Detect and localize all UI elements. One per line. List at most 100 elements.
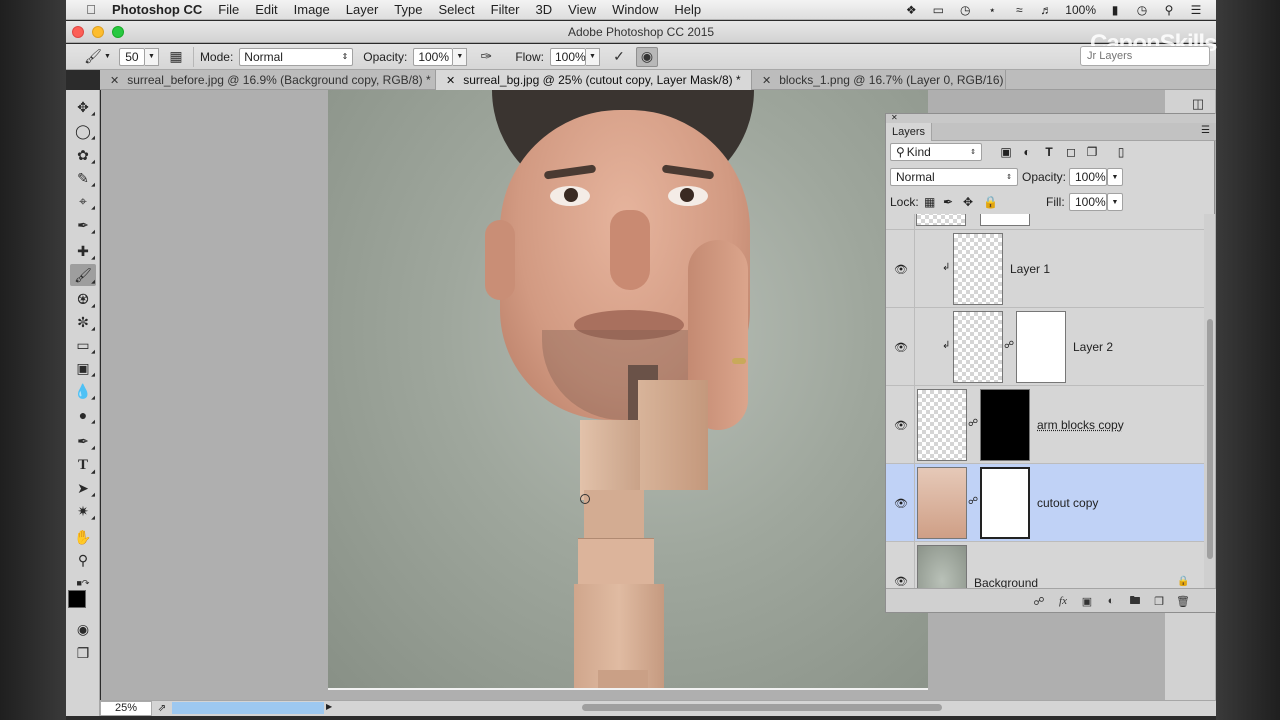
delete-layer-icon[interactable]: 🗑 (1174, 593, 1192, 609)
pixel-filter-icon[interactable]: ▣ (997, 143, 1015, 161)
lock-image-icon[interactable]: ✒ (943, 195, 953, 209)
crop-tool-icon[interactable]: ⌖ ◢ (70, 190, 96, 212)
blend-mode-select[interactable]: Normal ⇕ (890, 168, 1018, 186)
apple-icon[interactable]:  (82, 2, 100, 17)
layer-row-arm-blocks-copy[interactable]: 👁 ☍ arm blocks copy (886, 386, 1204, 464)
zoom-tool-icon[interactable]: ⚲ (70, 549, 96, 571)
workspace-search-input[interactable] (1080, 46, 1210, 66)
export-icon[interactable]: ⇗ (154, 701, 170, 715)
layer-opacity-field[interactable]: 100% (1069, 168, 1107, 186)
menu-help[interactable]: Help (674, 2, 701, 17)
layer-opacity-dropdown[interactable]: ▼ (1107, 168, 1123, 186)
eye-icon[interactable]: 👁 (894, 497, 908, 510)
status-menu-arrow-icon[interactable]: ▶ (326, 702, 332, 711)
marquee-tool-icon[interactable]: ◯ ◢ (70, 120, 96, 142)
tool-preset-dropdown-icon[interactable]: ▼ (104, 53, 111, 60)
close-icon[interactable]: ✕ (891, 113, 898, 122)
battery-icon[interactable]: ▮ (1107, 3, 1123, 17)
blur-tool-icon[interactable]: 💧 ◢ (70, 380, 96, 402)
layer-row-layer-1[interactable]: 👁 ↲ Layer 1 (886, 230, 1204, 308)
pen-tool-icon[interactable]: ✒ ◢ (70, 430, 96, 452)
notification-center-icon[interactable]: ☰ (1188, 3, 1204, 17)
flow-field[interactable]: 100% (549, 47, 586, 66)
menu-file[interactable]: File (218, 2, 239, 17)
horizontal-scrollbar[interactable] (582, 704, 942, 711)
mask-link-icon[interactable]: ☍ (968, 416, 978, 430)
smart-object-filter-icon[interactable]: ❐ (1083, 143, 1101, 161)
menu-view[interactable]: View (568, 2, 596, 17)
shape-tool-icon[interactable]: ✷ ◢ (70, 500, 96, 522)
foreground-color-swatch[interactable] (68, 590, 86, 608)
close-icon[interactable]: ✕ (762, 74, 771, 87)
add-mask-icon[interactable]: ▣ (1078, 593, 1096, 609)
link-layers-icon[interactable]: ☍ (1030, 593, 1048, 609)
gradient-tool-icon[interactable]: ▣ ◢ (70, 357, 96, 379)
eye-icon[interactable]: 👁 (894, 341, 908, 354)
new-adjustment-layer-icon[interactable]: ◐ (1102, 593, 1120, 609)
fill-dropdown[interactable]: ▼ (1107, 193, 1123, 211)
close-icon[interactable]: ✕ (446, 74, 455, 87)
quick-selection-tool-icon[interactable]: ✎ ◢ (70, 167, 96, 189)
new-group-icon[interactable]: 🖿 (1126, 593, 1144, 609)
bluetooth-icon[interactable]: ⋆ (984, 3, 1000, 17)
clock-icon[interactable]: ◷ (1134, 3, 1150, 17)
lock-transparent-icon[interactable]: ▦ (924, 195, 935, 209)
brush-tool-preset-icon[interactable]: 🖌 (82, 47, 104, 67)
layer-row-background[interactable]: 👁 Background 🔒 (886, 542, 1204, 588)
menu-image[interactable]: Image (294, 2, 330, 17)
screen-mode-icon[interactable]: ❐ (70, 642, 96, 664)
window-minimize-button[interactable] (92, 26, 104, 38)
lasso-tool-icon[interactable]: ✿ ◢ (70, 144, 96, 166)
panel-menu-icon[interactable]: ☰ (1201, 125, 1210, 136)
eyedropper-tool-icon[interactable]: ✒ ◢ (70, 214, 96, 236)
lock-position-icon[interactable]: ✥ (963, 195, 973, 209)
layers-scroll-thumb[interactable] (1207, 319, 1213, 559)
collapsed-panel-icon[interactable]: ◫ (1187, 93, 1209, 115)
menu-window[interactable]: Window (612, 2, 658, 17)
eye-icon[interactable]: 👁 (894, 575, 908, 588)
tab-surreal-bg[interactable]: ✕ surreal_bg.jpg @ 25% (cutout copy, Lay… (436, 70, 752, 90)
menu-app-name[interactable]: Photoshop CC (112, 2, 202, 17)
eraser-tool-icon[interactable]: ▭ ◢ (70, 334, 96, 356)
volume-icon[interactable]: ♬ (1038, 3, 1054, 17)
clone-stamp-tool-icon[interactable]: ♼ ◢ (70, 288, 96, 310)
tab-surreal-before[interactable]: ✕ surreal_before.jpg @ 16.9% (Background… (100, 70, 436, 90)
layer-filter-select[interactable]: ⚲ Kind ⇕ (890, 143, 982, 161)
filter-toggle-icon[interactable]: ▯ (1112, 143, 1130, 161)
layer-row-partial[interactable] (886, 214, 1204, 230)
window-maximize-button[interactable] (112, 26, 124, 38)
flow-dropdown[interactable]: ▼ (585, 47, 600, 66)
spotlight-search-icon[interactable]: ⚲ (1161, 3, 1177, 17)
layer-row-layer-2[interactable]: 👁 ↲ ☍ Layer 2 (886, 308, 1204, 386)
menu-filter[interactable]: Filter (491, 2, 520, 17)
brush-panel-toggle-icon[interactable]: ▦ (165, 47, 187, 67)
mode-select[interactable]: Normal ⇕ (239, 47, 354, 66)
time-machine-icon[interactable]: ◷ (957, 3, 973, 17)
menu-select[interactable]: Select (438, 2, 474, 17)
layer-style-fx-icon[interactable]: fx (1054, 593, 1072, 609)
document-canvas-image[interactable] (328, 90, 928, 690)
eye-icon[interactable]: 👁 (894, 263, 908, 276)
adjustment-filter-icon[interactable]: ◐ (1018, 143, 1036, 161)
quick-mask-icon[interactable]: ◉ (70, 618, 96, 640)
eye-icon[interactable]: 👁 (894, 419, 908, 432)
mask-link-icon[interactable]: ☍ (968, 494, 978, 508)
opacity-dropdown[interactable]: ▼ (453, 47, 468, 66)
shape-filter-icon[interactable]: ◻ (1062, 143, 1080, 161)
wifi-icon[interactable]: ≈ (1011, 3, 1027, 17)
brush-picker-dropdown[interactable]: ▼ (144, 47, 159, 66)
hand-tool-icon[interactable]: ✋ (70, 526, 96, 548)
path-selection-tool-icon[interactable]: ➤ ◢ (70, 477, 96, 499)
menu-3d[interactable]: 3D (536, 2, 553, 17)
pressure-size-icon[interactable]: ◉ (635, 46, 658, 67)
window-close-button[interactable] (72, 26, 84, 38)
menu-edit[interactable]: Edit (255, 2, 277, 17)
tab-blocks[interactable]: ✕ blocks_1.png @ 16.7% (Layer 0, RGB/16) (752, 70, 1006, 90)
type-tool-icon[interactable]: T ◢ (70, 454, 96, 476)
lock-all-icon[interactable]: 🔒 (983, 195, 998, 209)
dodge-tool-icon[interactable]: ● ◢ (70, 404, 96, 426)
healing-brush-tool-icon[interactable]: ✚ ◢ (70, 240, 96, 262)
pressure-opacity-icon[interactable]: ✑ (475, 47, 497, 67)
fill-field[interactable]: 100% (1069, 193, 1107, 211)
layer-row-cutout-copy[interactable]: 👁 ☍ cutout copy (886, 464, 1204, 542)
